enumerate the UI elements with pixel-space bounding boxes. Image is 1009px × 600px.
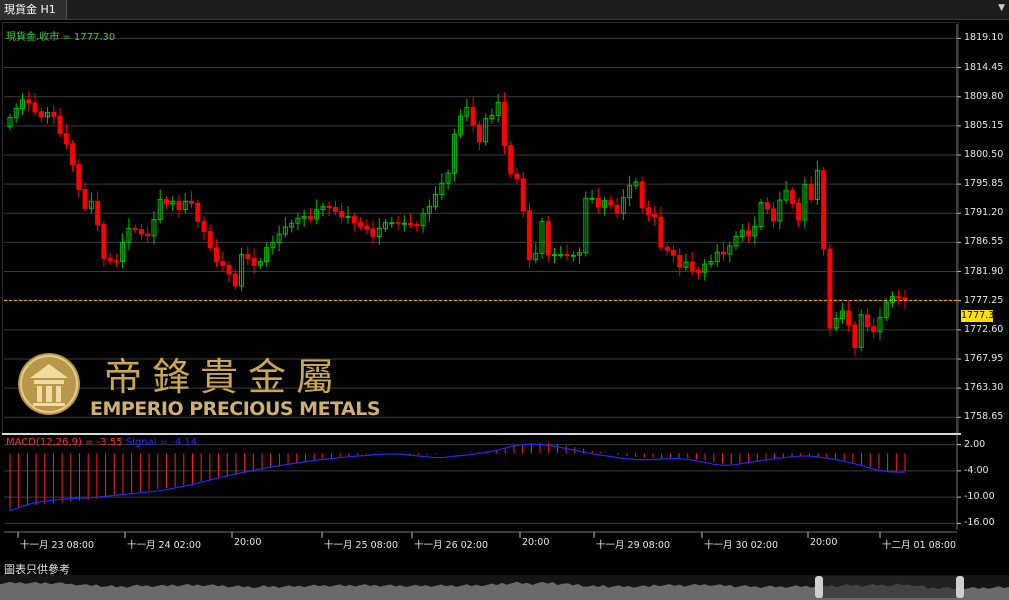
macd-axis-label: -16.00	[964, 517, 995, 529]
chevron-down-icon[interactable]: ▼	[998, 3, 1005, 13]
price-axis-label: 1809.80	[964, 90, 1004, 102]
macd-signal-label: Signal = -4.14	[125, 437, 198, 448]
navigator-scrollbar[interactable]	[0, 575, 1009, 600]
macd-label: MACD(12,26,9) = -3.55	[6, 437, 123, 448]
macd-axis-label: 2.00	[964, 438, 986, 450]
macd-signal-line	[9, 443, 905, 512]
price-axis-label: 1795.85	[964, 178, 1004, 190]
price-axis-label: 1786.55	[964, 236, 1004, 248]
macd-axis-label: -4.00	[964, 464, 989, 476]
navigator-right-handle	[956, 576, 964, 598]
logo-english-text: EMPERIO PRECIOUS METALS	[90, 398, 381, 420]
time-axis-label: 20:00	[810, 537, 838, 548]
time-axis-label: 十二月 01 08:00	[882, 540, 957, 551]
price-axis-label: 1772.60	[964, 323, 1004, 335]
price-axis-label: 1767.95	[964, 352, 1004, 364]
time-axis-label: 十一月 25 08:00	[324, 540, 399, 551]
tab-bar: 現貨金 H1 ▼	[0, 0, 1009, 20]
price-axis-label: 1819.10	[964, 32, 1004, 44]
tab-chart[interactable]: 現貨金 H1	[0, 0, 67, 19]
chart-legend: 現貨金.收市 = 1777.30	[6, 32, 116, 43]
macd-legend: MACD(12,26,9) = -3.55 Signal = -4.14	[6, 437, 197, 448]
time-axis-label: 十一月 23 08:00	[20, 540, 95, 551]
price-axis-label: 1777.25	[964, 294, 1004, 306]
price-axis-label: 1814.45	[964, 61, 1004, 73]
panel-separator[interactable]	[2, 433, 961, 435]
price-axis-label: 1781.90	[964, 265, 1004, 277]
navigator-window	[823, 576, 956, 598]
time-axis-label: 十一月 29 08:00	[596, 540, 671, 551]
price-axis-label: 1805.15	[964, 119, 1004, 131]
price-axis-label: 1758.65	[964, 411, 1004, 423]
current-price-tag: 1777.30	[961, 310, 1001, 322]
time-axis-label: 十一月 24 02:00	[127, 540, 202, 551]
emperio-logo-emblem	[18, 353, 80, 415]
price-axis-label: 1791.20	[964, 207, 1004, 219]
time-axis-label: 十一月 30 02:00	[704, 540, 779, 551]
navigator-left-handle	[815, 576, 823, 598]
time-axis-label: 20:00	[522, 537, 550, 548]
logo-chinese-text: 帝鋒貴金屬	[104, 355, 345, 399]
time-axis-label: 十一月 26 02:00	[414, 540, 489, 551]
price-axis-label: 1763.30	[964, 382, 1004, 394]
time-axis-label: 20:00	[234, 537, 262, 548]
price-axis-label: 1800.50	[964, 148, 1004, 160]
macd-axis-label: -10.00	[964, 491, 995, 503]
